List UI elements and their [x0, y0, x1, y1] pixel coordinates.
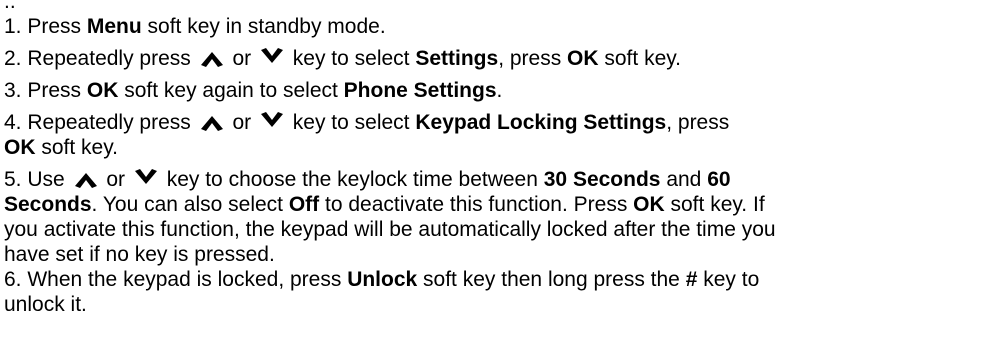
bold-term: 30 Seconds	[543, 168, 661, 191]
text-line-0: ..	[4, 0, 982, 14]
step-2-line: 2. Repeatedly press or key to select Set…	[4, 46, 982, 71]
text-run: ..	[4, 0, 16, 13]
text-run: soft key again to select	[118, 79, 344, 102]
bold-term: Settings	[415, 47, 499, 70]
bold-term: Phone Settings	[343, 79, 497, 102]
text-run: , press	[498, 47, 568, 70]
bold-term: 60	[707, 168, 731, 191]
step-5-continuation-line-2: you activate this function, the keypad w…	[4, 217, 982, 242]
text-run: 1. Press	[4, 15, 87, 38]
bold-term: OK	[86, 79, 119, 102]
text-run: you activate this function, the keypad w…	[4, 218, 776, 241]
instructions-text: .. 1. Press Menu soft key in standby mod…	[4, 0, 982, 317]
text-run: have set if no key is pressed.	[4, 243, 275, 266]
bold-term: OK	[633, 193, 665, 216]
down-arrow-icon	[259, 47, 285, 67]
text-run: key to	[697, 268, 760, 291]
up-arrow-icon	[73, 169, 99, 188]
text-run: soft key.	[35, 136, 118, 159]
bold-term: Off	[288, 193, 320, 216]
down-arrow-icon	[133, 168, 159, 188]
text-run: 2. Repeatedly press	[4, 47, 197, 70]
step-5-line: 5. Use or key to choose the keylock time…	[4, 167, 982, 192]
text-run: soft key then long press the	[417, 268, 686, 291]
text-run: , press	[666, 111, 730, 134]
step-4-continuation-line: OK soft key.	[4, 135, 982, 160]
text-run: 3. Press	[4, 79, 87, 102]
text-run: . You can also select	[91, 193, 289, 216]
text-run: to deactivate this function. Press	[319, 193, 634, 216]
step-6-line: 6. When the keypad is locked, press Unlo…	[4, 267, 982, 292]
text-run: soft key. If	[664, 193, 765, 216]
step-5-continuation-line-3: have set if no key is pressed.	[4, 242, 982, 267]
bold-term: OK	[4, 136, 36, 159]
step-3-line: 3. Press OK soft key again to select Pho…	[4, 78, 982, 103]
text-run: or	[226, 111, 257, 134]
text-run: key to choose the keylock time between	[160, 168, 544, 191]
text-run: and	[660, 168, 708, 191]
bold-term: Keypad Locking Settings	[415, 111, 667, 134]
bold-term: Seconds	[4, 193, 92, 216]
text-run: .	[496, 79, 503, 102]
bold-term: #	[685, 268, 698, 291]
down-arrow-icon	[259, 111, 285, 131]
text-run: key to select	[286, 111, 416, 134]
bold-term: Unlock	[347, 268, 418, 291]
text-run: or	[226, 47, 257, 70]
bold-term: OK	[567, 47, 599, 70]
text-run: 4. Repeatedly press	[4, 111, 197, 134]
step-1-line: 1. Press Menu soft key in standby mode.	[4, 14, 982, 39]
text-run: soft key in standby mode.	[141, 15, 386, 38]
step-6-continuation-line: unlock it.	[4, 292, 982, 317]
text-run: soft key.	[598, 47, 682, 70]
text-run: unlock it.	[4, 293, 87, 316]
text-run: key to select	[286, 47, 416, 70]
step-5-continuation-line-1: Seconds. You can also select Off to deac…	[4, 192, 982, 217]
step-4-line: 4. Repeatedly press or key to select Key…	[4, 110, 982, 135]
up-arrow-icon	[199, 48, 225, 67]
bold-term: Menu	[86, 15, 142, 38]
text-run: or	[100, 168, 131, 191]
up-arrow-icon	[199, 112, 225, 131]
text-run: 6. When the keypad is locked, press	[4, 268, 348, 291]
text-run: 5. Use	[4, 168, 71, 191]
